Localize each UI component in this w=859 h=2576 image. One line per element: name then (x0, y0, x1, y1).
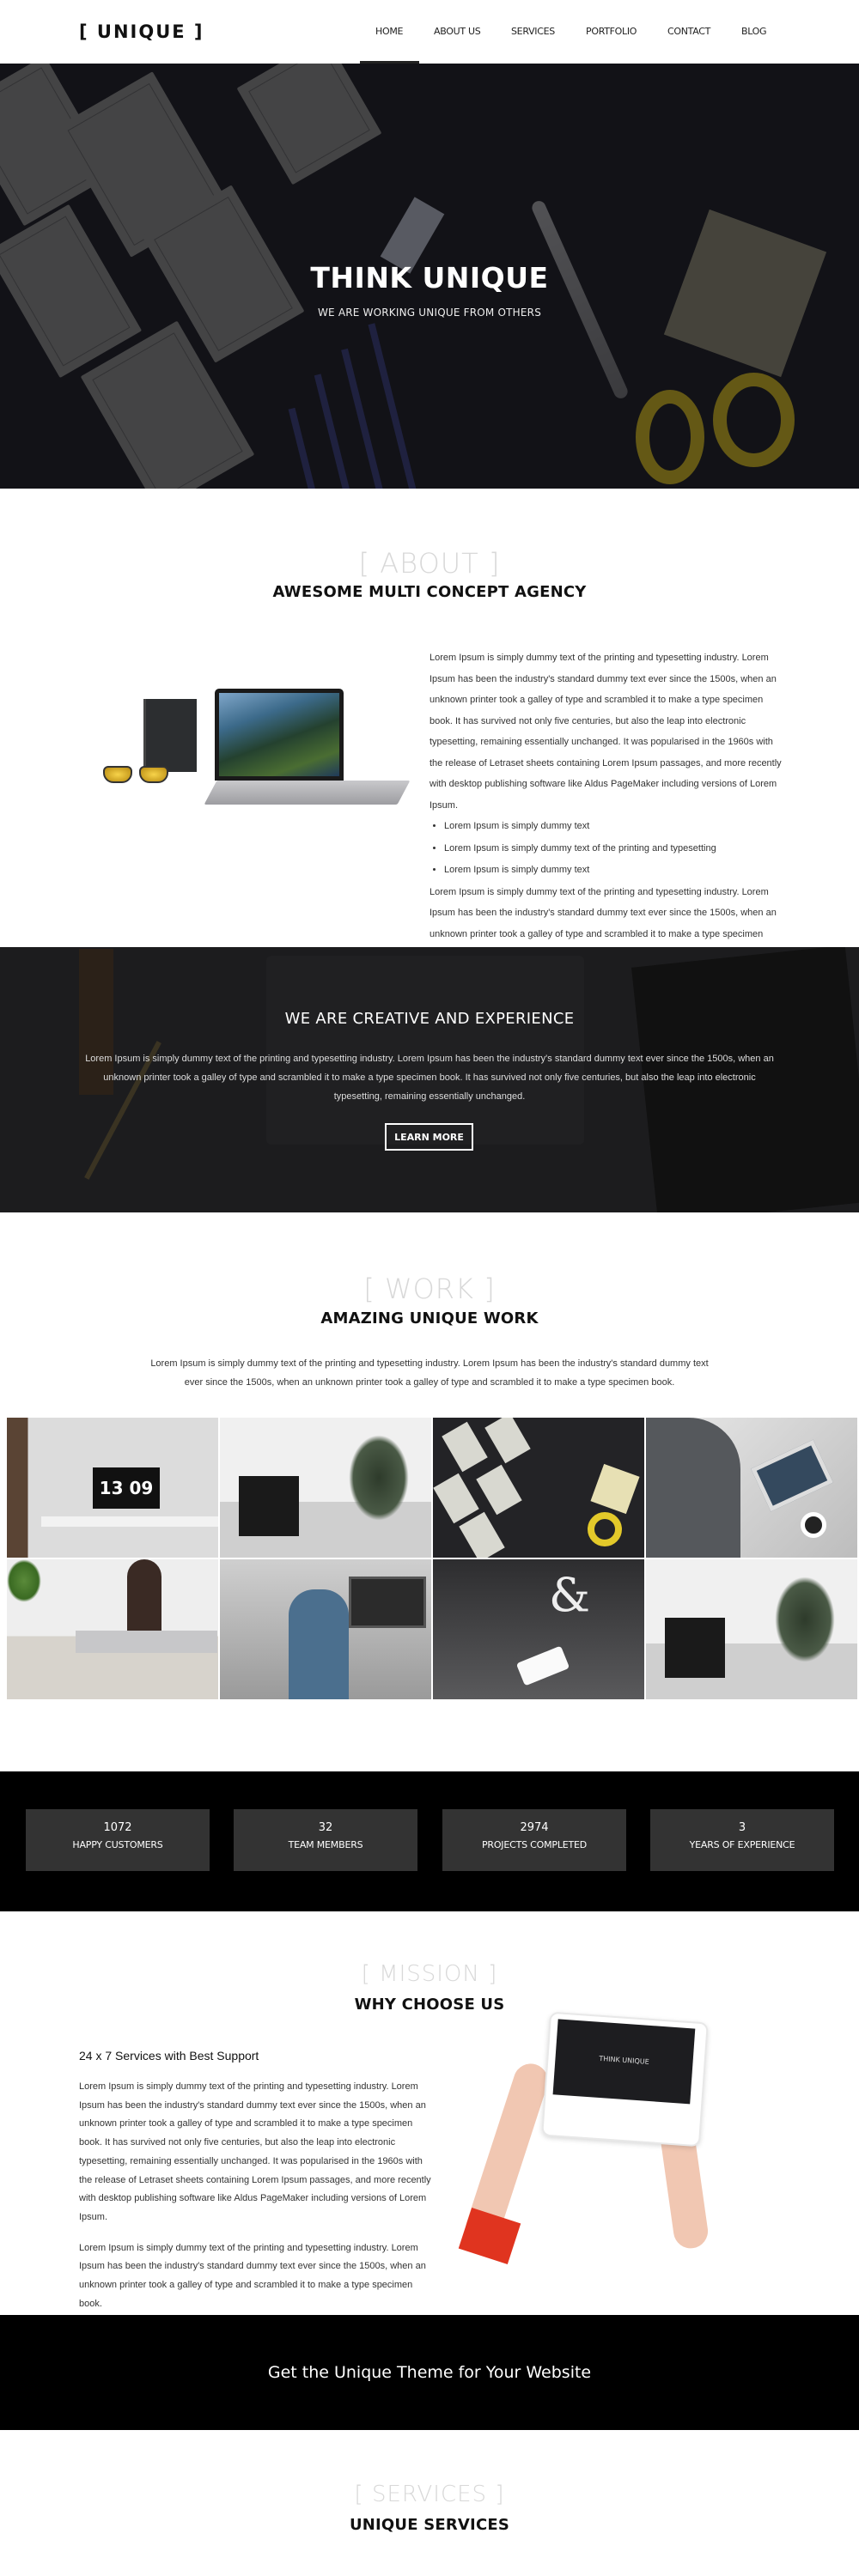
stat-number: 32 (318, 1821, 333, 1834)
notebook-image (143, 699, 197, 772)
ampersand-decor: & (549, 1568, 591, 1622)
services-section: [ SERVICES ] UNIQUE SERVICES (0, 2430, 859, 2553)
mission-text: Lorem Ipsum is simply dummy text of the … (79, 2078, 436, 2313)
stat-number: 3 (738, 1821, 746, 1834)
about-section-title: AWESOME MULTI CONCEPT AGENCY (272, 583, 587, 601)
about-paragraph: Lorem Ipsum is simply dummy text of the … (430, 653, 782, 811)
stats-section: 1072 HAPPY CUSTOMERS 32 TEAM MEMBERS 297… (0, 1771, 859, 1911)
nav-item-about-us[interactable]: ABOUT US (434, 26, 481, 37)
cta-text[interactable]: Get the Unique Theme for Your Website (0, 2363, 859, 2382)
stat-label: TEAM MEMBERS (288, 1839, 363, 1850)
stat-happy-customers: 1072 HAPPY CUSTOMERS (26, 1809, 210, 1871)
laptop-image (215, 689, 344, 781)
stat-label: YEARS OF EXPERIENCE (689, 1839, 795, 1850)
gallery-item[interactable] (220, 1418, 431, 1558)
about-text: Lorem Ipsum is simply dummy text of the … (430, 647, 786, 966)
gallery-item[interactable] (220, 1559, 431, 1699)
stat-number: 2974 (520, 1821, 549, 1834)
hero-subtitle: WE ARE WORKING UNIQUE FROM OTHERS (317, 307, 542, 319)
nav-item-services[interactable]: SERVICES (511, 26, 555, 37)
nav-item-contact[interactable]: CONTACT (667, 26, 710, 37)
nav-item-portfolio[interactable]: PORTFOLIO (586, 26, 637, 37)
hero-title: THINK UNIQUE (310, 261, 549, 295)
gallery-item[interactable] (646, 1418, 857, 1558)
top-navigation: [ UNIQUE ] HOME ABOUT US SERVICES PORTFO… (0, 0, 859, 64)
gallery-item[interactable] (7, 1559, 218, 1699)
services-section-title: UNIQUE SERVICES (349, 2516, 510, 2534)
mission-section: [ MISSION ] WHY CHOOSE US 24 x 7 Service… (0, 1911, 859, 2315)
hands-holding-tablet-image: THINK UNIQUE (458, 2008, 722, 2265)
cta-banner: Get the Unique Theme for Your Website (0, 2315, 859, 2430)
creative-text: Lorem Ipsum is simply dummy text of the … (85, 1054, 774, 1102)
stat-label: PROJECTS COMPLETED (481, 1839, 588, 1850)
about-section: [ ABOUT ] AWESOME MULTI CONCEPT AGENCY L… (0, 489, 859, 960)
portfolio-gallery: 13 09 & (7, 1418, 857, 1699)
nav-item-blog[interactable]: BLOG (741, 26, 767, 37)
stat-team-members: 32 TEAM MEMBERS (234, 1809, 417, 1871)
mission-section-tag: [ MISSION ] (361, 1961, 498, 1987)
gallery-item[interactable] (646, 1559, 857, 1699)
site-logo[interactable]: [ UNIQUE ] (79, 21, 204, 42)
stat-label: HAPPY CUSTOMERS (72, 1839, 163, 1850)
work-description: Lorem Ipsum is simply dummy text of the … (150, 1358, 709, 1388)
gallery-item[interactable]: & (433, 1559, 644, 1699)
sunglasses-image (103, 766, 176, 785)
tablet-device: THINK UNIQUE (541, 2011, 709, 2148)
about-bullet: Lorem Ipsum is simply dummy text of the … (444, 838, 786, 860)
creative-section: WE ARE CREATIVE AND EXPERIENCE Lorem Ips… (0, 947, 859, 1212)
stat-projects-completed: 2974 PROJECTS COMPLETED (442, 1809, 626, 1871)
mission-paragraph: Lorem Ipsum is simply dummy text of the … (79, 2081, 431, 2222)
monitor-clock: 13 09 (93, 1467, 160, 1509)
stat-years-experience: 3 YEARS OF EXPERIENCE (650, 1809, 834, 1871)
mission-paragraph: Lorem Ipsum is simply dummy text of the … (79, 2242, 426, 2309)
learn-more-button[interactable]: LEARN MORE (385, 1123, 473, 1151)
mission-subtitle: 24 x 7 Services with Best Support (79, 2049, 259, 2063)
work-section-title: AMAZING UNIQUE WORK (320, 1309, 539, 1327)
about-bullet: Lorem Ipsum is simply dummy text (444, 860, 786, 882)
about-section-tag: [ ABOUT ] (358, 547, 501, 580)
gallery-item[interactable] (433, 1418, 644, 1558)
mission-section-title: WHY CHOOSE US (354, 1996, 505, 2014)
about-bullet: Lorem Ipsum is simply dummy text (444, 816, 786, 838)
stat-number: 1072 (103, 1821, 132, 1834)
hero-banner: THINK UNIQUE WE ARE WORKING UNIQUE FROM … (0, 64, 859, 489)
services-section-tag: [ SERVICES ] (354, 2482, 505, 2507)
tablet-screen-title: THINK UNIQUE (599, 2054, 650, 2066)
gallery-item[interactable]: 13 09 (7, 1418, 218, 1558)
creative-title: WE ARE CREATIVE AND EXPERIENCE (284, 1010, 575, 1028)
work-section-tag: [ WORK ] (363, 1273, 496, 1305)
nav-item-home[interactable]: HOME (375, 26, 403, 37)
about-bullet-list: Lorem Ipsum is simply dummy text Lorem I… (444, 816, 786, 882)
work-section: [ WORK ] AMAZING UNIQUE WORK Lorem Ipsum… (0, 1212, 859, 1771)
